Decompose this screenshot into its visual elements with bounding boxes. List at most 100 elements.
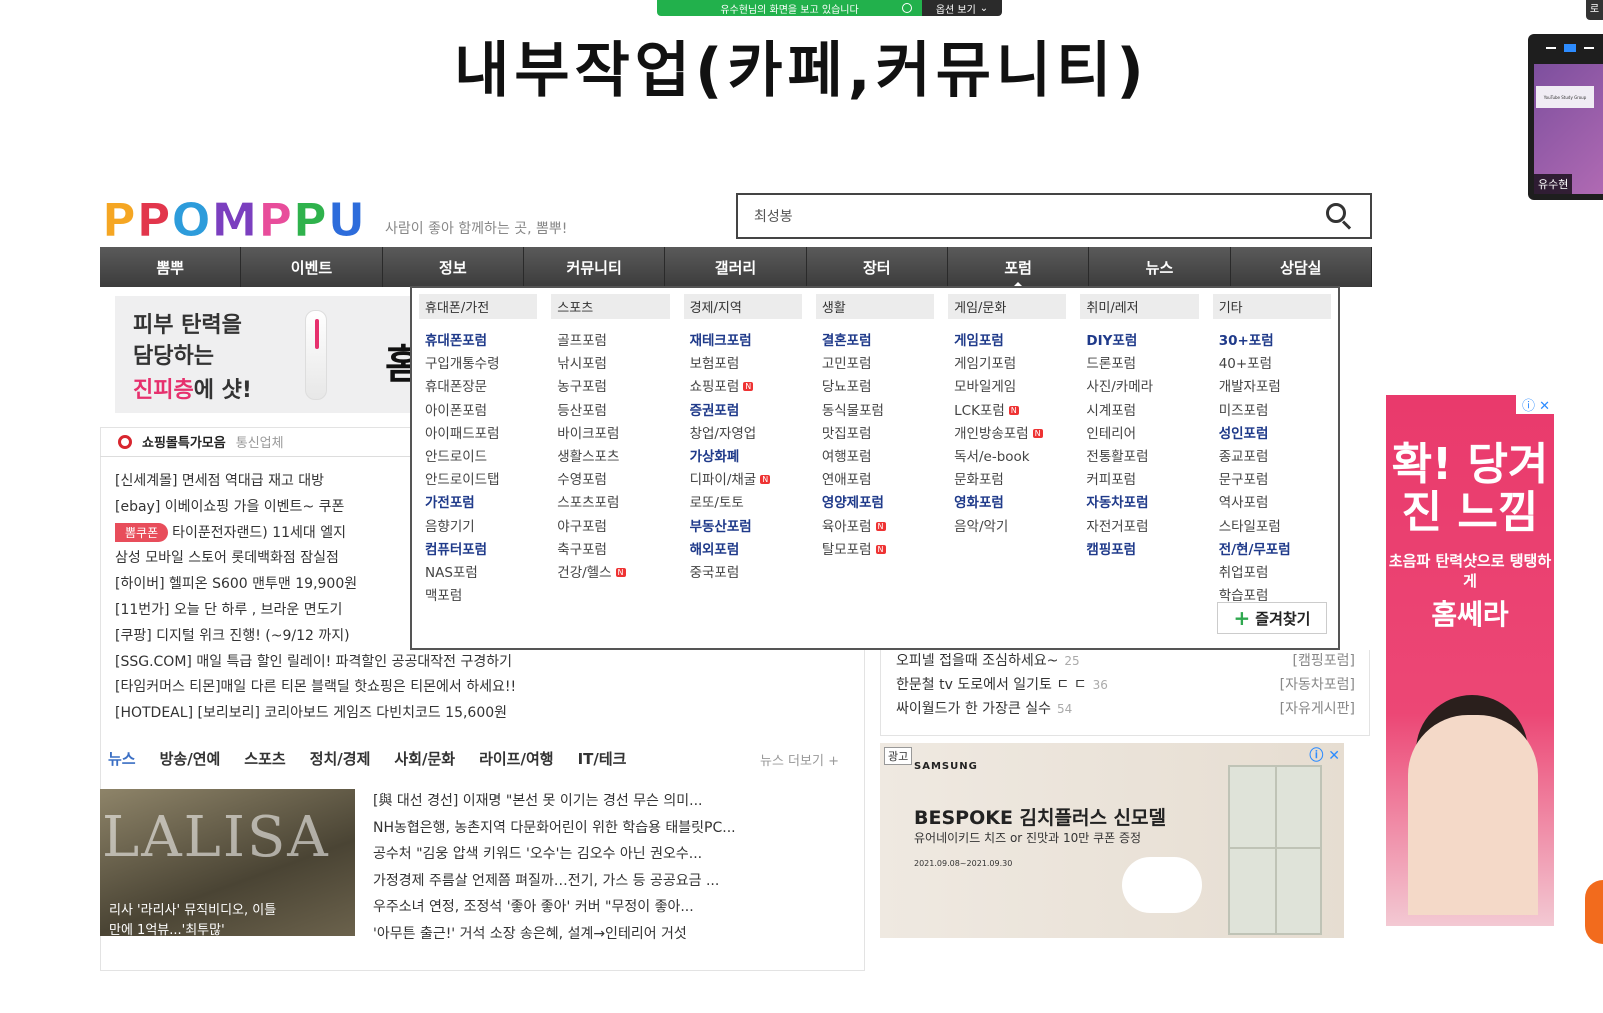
forum-link[interactable]: 동식물포럼 — [816, 399, 934, 422]
forum-link[interactable]: 캠핑포럼 — [1080, 538, 1198, 561]
forum-link[interactable]: 맛집포럼 — [816, 422, 934, 445]
news-more-link[interactable]: 뉴스 더보기 + — [760, 750, 839, 769]
forum-link[interactable]: 가상화폐 — [684, 445, 802, 468]
forum-link[interactable]: 전/현/무포럼 — [1213, 538, 1331, 561]
close-ad-icon[interactable]: ⓘ ✕ — [1309, 745, 1340, 765]
samsung-bespoke-ad[interactable]: 광고 SAMSUNG BESPOKE 김치플러스 신모델 유어네이키드 치즈 o… — [880, 743, 1344, 938]
news-tab[interactable]: 사회/문화 — [394, 748, 455, 772]
forum-link[interactable]: 문구포럼 — [1213, 468, 1331, 491]
forum-link[interactable]: 탈모포럼 N — [816, 538, 934, 561]
forum-link[interactable]: 독서/e-book — [948, 445, 1066, 468]
forum-link[interactable]: 창업/자영업 — [684, 422, 802, 445]
forum-link[interactable]: 쇼핑포럼 N — [684, 375, 802, 398]
forum-link[interactable]: 연애포럼 — [816, 468, 934, 491]
board-row[interactable]: 오피넬 접을때 조심하세요~ 25 [캠핑포럼] — [881, 650, 1369, 674]
forum-link[interactable]: 30+포럼 — [1213, 329, 1331, 352]
nav-market[interactable]: 장터 — [807, 247, 948, 287]
board-row[interactable]: 싸이월드가 한 가장큰 실수 54 [자유게시판] — [881, 698, 1369, 722]
news-item[interactable]: 공수처 "김웅 압색 키워드 '오수'는 김오수 아닌 권오수... — [373, 843, 736, 870]
site-logo[interactable]: PPOMPPU — [102, 193, 366, 248]
nav-counsel[interactable]: 상담실 — [1231, 247, 1372, 287]
forum-link[interactable]: 시계포럼 — [1080, 399, 1198, 422]
forum-link[interactable]: 로또/토토 — [684, 491, 802, 514]
forum-link[interactable]: 당뇨포럼 — [816, 375, 934, 398]
forum-link[interactable]: 생활스포츠 — [551, 445, 669, 468]
forum-link[interactable]: 결혼포럼 — [816, 329, 934, 352]
forum-link[interactable]: 해외포럼 — [684, 538, 802, 561]
forum-link[interactable]: 안드로이드탭 — [419, 468, 537, 491]
forum-link[interactable]: 모바일게임 — [948, 375, 1066, 398]
forum-link[interactable]: 전통활포럼 — [1080, 445, 1198, 468]
forum-link[interactable]: 농구포럼 — [551, 375, 669, 398]
homesera-side-ad[interactable]: ⓘ ✕ 확! 당겨진 느낌 초음파 탄력샷으로 탱탱하게 홈쎄라 — [1386, 395, 1554, 926]
forum-link[interactable]: LCK포럼 N — [948, 399, 1066, 422]
news-item[interactable]: NH농협은행, 농촌지역 다문화어린이 위한 학습용 태블릿PC... — [373, 817, 736, 844]
forum-link[interactable]: 축구포럼 — [551, 538, 669, 561]
corner-button[interactable]: 로 — [1586, 0, 1603, 20]
forum-link[interactable]: 낚시포럼 — [551, 352, 669, 375]
minimize-icon[interactable] — [1546, 47, 1556, 49]
forum-link[interactable]: 게임기포럼 — [948, 352, 1066, 375]
forum-link[interactable]: 역사포럼 — [1213, 491, 1331, 514]
forum-link[interactable]: 증권포럼 — [684, 399, 802, 422]
nav-community[interactable]: 커뮤니티 — [524, 247, 666, 287]
nav-info[interactable]: 정보 — [383, 247, 524, 287]
forum-link[interactable]: 음향기기 — [419, 515, 537, 538]
view-options-button[interactable]: 옵션 보기 ⌄ — [922, 0, 1002, 16]
nav-ppomppu[interactable]: 뽐뿌 — [100, 247, 242, 287]
nav-news[interactable]: 뉴스 — [1089, 247, 1231, 287]
close-ad-icon[interactable]: ⓘ ✕ — [1516, 395, 1554, 414]
forum-link[interactable]: 문화포럼 — [948, 468, 1066, 491]
forum-link[interactable]: 성인포럼 — [1213, 422, 1331, 445]
forum-link[interactable]: 디파이/채굴 N — [684, 468, 802, 491]
forum-link[interactable]: 안드로이드 — [419, 445, 537, 468]
news-item[interactable]: 우주소녀 연정, 조정석 '좋아 좋아' 커버 "무정이 좋아... — [373, 896, 736, 923]
forum-link[interactable]: 골프포럼 — [551, 329, 669, 352]
forum-link[interactable]: 구입개통수령 — [419, 352, 537, 375]
forum-link[interactable]: 스포츠포럼 — [551, 491, 669, 514]
skincare-banner-ad[interactable]: 피부 탄력을 담당하는 진피층에 샷! 홈 — [115, 296, 422, 413]
forum-link[interactable]: 휴대폰포럼 — [419, 329, 537, 352]
forum-link[interactable]: 중국포럼 — [684, 561, 802, 584]
nav-event[interactable]: 이벤트 — [241, 247, 383, 287]
forum-link[interactable]: 여행포럼 — [816, 445, 934, 468]
favorites-button[interactable]: + 즐겨찾기 — [1217, 602, 1327, 634]
forum-link[interactable]: 가전포럼 — [419, 491, 537, 514]
nav-gallery[interactable]: 갤러리 — [665, 247, 807, 287]
forum-link[interactable]: 건강/헬스 N — [551, 561, 669, 584]
forum-link[interactable]: 컴퓨터포럼 — [419, 538, 537, 561]
forum-link[interactable]: 자전거포럼 — [1080, 515, 1198, 538]
hot-deal-item[interactable]: [HOTDEAL] [보리보리] 코리아보드 게임즈 다빈치코드 15,600원 — [115, 702, 875, 728]
forum-link[interactable]: 개발자포럼 — [1213, 375, 1331, 398]
menu-icon[interactable] — [1584, 47, 1594, 49]
forum-link[interactable]: 고민포럼 — [816, 352, 934, 375]
news-item[interactable]: 가정경제 주름살 언제쯤 펴질까…전기, 가스 등 공공요금 ... — [373, 870, 736, 897]
forum-link[interactable]: 등산포럼 — [551, 399, 669, 422]
forum-link[interactable]: 인테리어 — [1080, 422, 1198, 445]
view-icon[interactable] — [1564, 44, 1576, 52]
search-icon[interactable] — [1324, 201, 1354, 231]
forum-link[interactable]: 보험포럼 — [684, 352, 802, 375]
forum-link[interactable]: DIY포럼 — [1080, 329, 1198, 352]
hot-deal-item[interactable]: [SSG.COM] 매일 특급 할인 릴레이! 파격할인 공공대작전 구경하기 — [115, 651, 875, 677]
forum-link[interactable]: 음악/악기 — [948, 515, 1066, 538]
news-tab[interactable]: 라이프/여행 — [479, 748, 553, 772]
forum-link[interactable]: 게임포럼 — [948, 329, 1066, 352]
news-tab[interactable]: IT/테크 — [578, 748, 627, 772]
news-tab[interactable]: 스포츠 — [244, 748, 285, 772]
forum-link[interactable]: 드론포럼 — [1080, 352, 1198, 375]
side-tab[interactable] — [1585, 880, 1603, 944]
board-row[interactable]: 한문철 tv 도로에서 일기토 ㄷ ㄷ 36 [자동차포럼] — [881, 674, 1369, 698]
forum-link[interactable]: 커피포럼 — [1080, 468, 1198, 491]
news-tab[interactable]: 뉴스 — [108, 748, 136, 772]
nav-forum[interactable]: 포럼 — [948, 247, 1090, 288]
forum-link[interactable]: 자동차포럼 — [1080, 491, 1198, 514]
news-thumbnail[interactable]: LALISA 리사 '라리사' 뮤직비디오, 이틀 만에 1억뷰...'최투많' — [100, 789, 355, 936]
participant-video-tile[interactable]: YouTube Study Group 유수현 — [1528, 34, 1603, 200]
forum-link[interactable]: 재테크포럼 — [684, 329, 802, 352]
news-item[interactable]: '아무튼 출근!' 거석 소장 송은혜, 설계→인테리어 거섯 — [373, 923, 736, 950]
forum-link[interactable]: 수영포럼 — [551, 468, 669, 491]
forum-link[interactable]: 아이폰포럼 — [419, 399, 537, 422]
news-tab[interactable]: 정치/경제 — [310, 748, 371, 772]
news-item[interactable]: [與 대선 경선] 이재명 "본선 못 이기는 경선 무슨 의미... — [373, 790, 736, 817]
